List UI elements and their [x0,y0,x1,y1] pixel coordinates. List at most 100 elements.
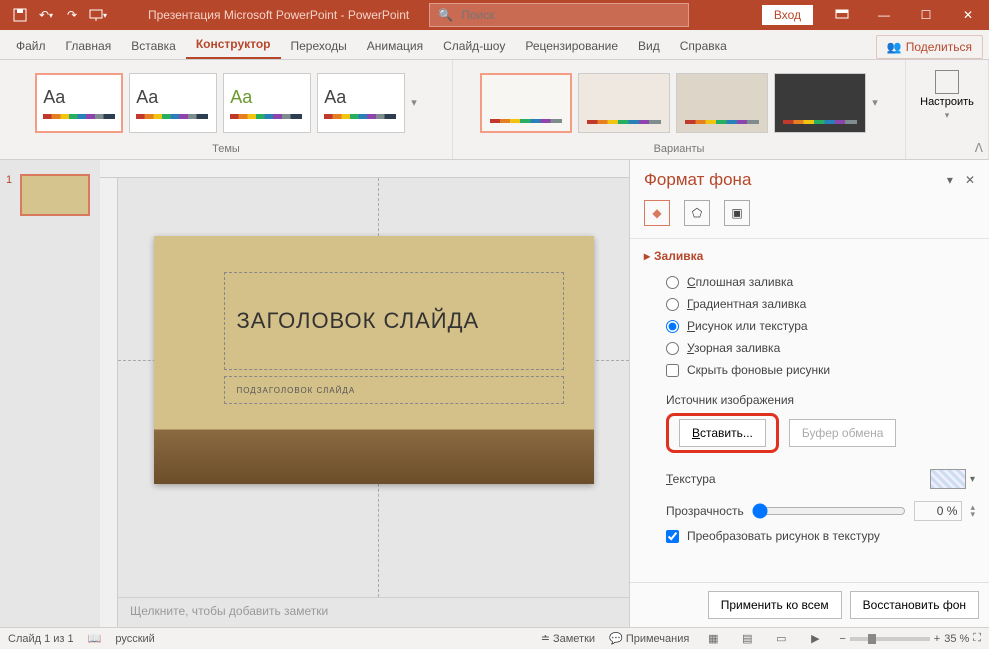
image-source-label: Источник изображения [644,381,975,413]
tab-slideshow[interactable]: Слайд-шоу [433,33,515,59]
collapse-ribbon-icon[interactable]: ᐱ [975,141,983,155]
slide-thumbnail[interactable]: 1 [8,174,92,216]
clipboard-button[interactable]: Буфер обмена [789,419,897,447]
chevron-down-icon: ▾ [945,110,950,121]
variants-label: Варианты [654,141,705,157]
ruler-horizontal [100,160,629,178]
zoom-slider[interactable] [850,637,930,641]
texture-swatch[interactable] [930,469,966,489]
callout-highlight: Вставить... [666,413,779,453]
close-icon[interactable]: ✕ [947,0,989,30]
fill-section-header[interactable]: ▸Заливка [644,249,975,263]
ruler-vertical [100,178,118,627]
undo-icon[interactable]: ↶ ▾ [34,3,58,27]
apply-all-button[interactable]: Применить ко всем [708,591,842,619]
theme-tile[interactable]: Aa [223,73,311,133]
chevron-down-icon: ▸ [644,249,650,263]
slide-position[interactable]: Слайд 1 из 1 [8,633,74,645]
pattern-fill-radio[interactable]: Узорная заливка [644,337,975,359]
tab-help[interactable]: Справка [670,33,737,59]
tile-checkbox[interactable]: Преобразовать рисунок в текстуру [644,525,975,547]
themes-label: Темы [212,141,240,157]
transparency-label: Прозрачность [666,504,744,518]
variant-tile[interactable] [676,73,768,133]
ribbon: Aa Aa Aa Aa ▾ Темы ▾ Варианты Настроить … [0,60,989,160]
save-icon[interactable] [8,3,32,27]
picture-tab-icon[interactable]: ▣ [724,200,750,226]
tab-design[interactable]: Конструктор [186,31,281,59]
notes-input[interactable]: Щелкните, чтобы добавить заметки [118,597,629,627]
ribbon-tabs: Файл Главная Вставка Конструктор Переход… [0,30,989,60]
search-input[interactable] [461,8,680,22]
pane-close-icon[interactable]: ✕ [965,173,975,187]
gradient-fill-radio[interactable]: Градиентная заливка [644,293,975,315]
quick-access-toolbar: ↶ ▾ ↷ ▾ [0,3,118,27]
fit-to-window-icon[interactable]: ⛶ [973,632,981,645]
tab-file[interactable]: Файл [6,33,56,59]
solid-fill-radio[interactable]: ССплошная заливкаплошная заливка [644,271,975,293]
slideshow-view-icon[interactable]: ▶ [805,631,825,647]
transparency-value[interactable]: 0 % [914,501,962,521]
slide[interactable]: ЗАГОЛОВОК СЛАЙДА ПОДЗАГОЛОВОК СЛАЙДА [154,236,594,484]
effects-tab-icon[interactable]: ⬠ [684,200,710,226]
zoom-control: − + 35 % ⛶ [839,632,981,645]
search-box[interactable]: 🔍 [429,3,689,27]
pane-options-icon[interactable]: ▾ [947,173,953,187]
hide-background-checkbox[interactable]: Скрыть фоновые рисунки [644,359,975,381]
fill-tab-icon[interactable]: ◆ [644,200,670,226]
reset-background-button[interactable]: Восстановить фон [850,591,979,619]
canvas-area: ЗАГОЛОВОК СЛАЙДА ПОДЗАГОЛОВОК СЛАЙДА Щел… [100,160,629,627]
work-area: 1 ЗАГОЛОВОК СЛАЙДА ПОДЗАГОЛОВОК СЛАЙДА Щ… [0,160,989,627]
theme-tile[interactable]: Aa [35,73,123,133]
zoom-in-icon[interactable]: + [934,633,940,645]
document-title: Презентация Microsoft PowerPoint - Power… [148,8,409,22]
tab-review[interactable]: Рецензирование [515,33,628,59]
spellcheck-icon[interactable]: 📖 [88,632,102,645]
tab-transitions[interactable]: Переходы [281,33,357,59]
normal-view-icon[interactable]: ▦ [703,631,723,647]
zoom-value[interactable]: 35 % [944,633,969,645]
variant-tile[interactable] [774,73,866,133]
login-button[interactable]: Вход [762,5,813,25]
transparency-slider[interactable] [752,503,907,519]
configure-button[interactable]: Настроить ▾ [912,64,982,121]
slide-size-icon [935,70,959,94]
format-background-pane: Формат фона ▾ ✕ ◆ ⬠ ▣ ▸Заливка ССплошная… [629,160,989,627]
pane-title: Формат фона [644,170,935,190]
tab-animations[interactable]: Анимация [357,33,433,59]
notes-toggle[interactable]: ≐ Заметки [541,632,595,645]
themes-more-icon[interactable]: ▾ [411,96,417,109]
reading-view-icon[interactable]: ▭ [771,631,791,647]
tab-view[interactable]: Вид [628,33,670,59]
maximize-icon[interactable]: ☐ [905,0,947,30]
title-bar: ↶ ▾ ↷ ▾ Презентация Microsoft PowerPoint… [0,0,989,30]
variant-tile[interactable] [578,73,670,133]
comments-toggle[interactable]: 💬 Примечания [609,632,689,645]
subtitle-placeholder[interactable]: ПОДЗАГОЛОВОК СЛАЙДА [224,376,564,404]
spinner-icon[interactable]: ▴▾ [970,504,975,518]
ribbon-options-icon[interactable] [821,0,863,30]
title-placeholder[interactable]: ЗАГОЛОВОК СЛАЙДА [224,272,564,370]
theme-tile[interactable]: Aa [317,73,405,133]
chevron-down-icon[interactable]: ▾ [970,474,975,485]
start-slideshow-icon[interactable]: ▾ [86,3,110,27]
sorter-view-icon[interactable]: ▤ [737,631,757,647]
variants-group: ▾ Варианты [453,60,906,159]
theme-tile[interactable]: Aa [129,73,217,133]
thumbnails-panel: 1 [0,160,100,627]
insert-button[interactable]: Вставить... [679,419,766,447]
status-bar: Слайд 1 из 1 📖 русский ≐ Заметки 💬 Приме… [0,627,989,649]
slide-stage[interactable]: ЗАГОЛОВОК СЛАЙДА ПОДЗАГОЛОВОК СЛАЙДА [118,178,629,597]
variant-tile[interactable] [480,73,572,133]
tab-insert[interactable]: Вставка [121,33,186,59]
redo-icon[interactable]: ↷ [60,3,84,27]
minimize-icon[interactable]: — [863,0,905,30]
share-button[interactable]: 👥Поделиться [876,35,983,59]
zoom-out-icon[interactable]: − [839,633,845,645]
tab-home[interactable]: Главная [56,33,122,59]
share-icon: 👥 [887,40,902,54]
variants-more-icon[interactable]: ▾ [872,96,878,109]
language[interactable]: русский [115,633,154,645]
themes-group: Aa Aa Aa Aa ▾ Темы [0,60,453,159]
picture-fill-radio[interactable]: Рисунок или текстура [644,315,975,337]
